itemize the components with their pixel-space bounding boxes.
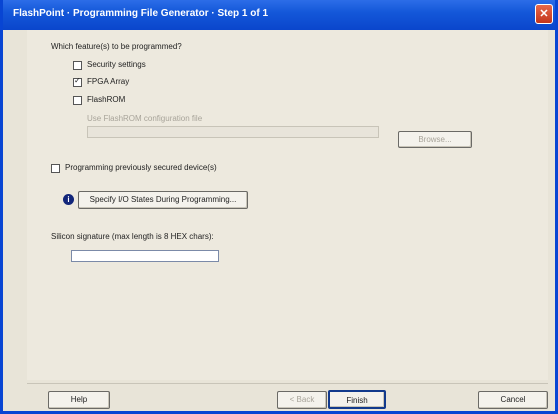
browse-button[interactable]: Browse... xyxy=(398,131,472,148)
security-settings-checkbox[interactable] xyxy=(73,61,82,70)
cancel-button[interactable]: Cancel xyxy=(478,391,548,409)
flashrom-path-field[interactable] xyxy=(87,126,379,138)
flashrom-path-label: Use FlashROM configuration file xyxy=(87,114,203,123)
footer-divider xyxy=(27,383,548,384)
specify-io-states-button[interactable]: Specify I/O States During Programming... xyxy=(78,191,248,209)
finish-button[interactable]: Finish xyxy=(328,390,386,409)
close-button[interactable]: ✕ xyxy=(535,4,553,24)
help-button[interactable]: Help xyxy=(48,391,110,409)
window-title: FlashPoint · Programming File Generator … xyxy=(13,8,269,19)
features-heading: Which feature(s) to be programmed? xyxy=(51,42,182,51)
silicon-signature-input[interactable] xyxy=(71,250,219,262)
dialog-window: FlashPoint · Programming File Generator … xyxy=(0,0,558,414)
close-icon: ✕ xyxy=(539,8,549,20)
previously-secured-checkbox[interactable] xyxy=(51,164,60,173)
fpga-array-checkbox[interactable]: ✓ xyxy=(73,76,82,87)
flashrom-checkbox[interactable] xyxy=(73,96,82,105)
check-icon: ✓ xyxy=(74,76,81,85)
info-icon: i xyxy=(63,194,74,205)
previously-secured-label: Programming previously secured device(s) xyxy=(65,163,217,172)
flashrom-label: FlashROM xyxy=(87,95,126,104)
title-bar[interactable]: FlashPoint · Programming File Generator … xyxy=(3,0,555,30)
silicon-signature-label: Silicon signature (max length is 8 HEX c… xyxy=(51,232,214,241)
back-button[interactable]: < Back xyxy=(277,391,327,409)
security-settings-label: Security settings xyxy=(87,60,146,69)
fpga-array-label: FPGA Array xyxy=(87,77,130,86)
